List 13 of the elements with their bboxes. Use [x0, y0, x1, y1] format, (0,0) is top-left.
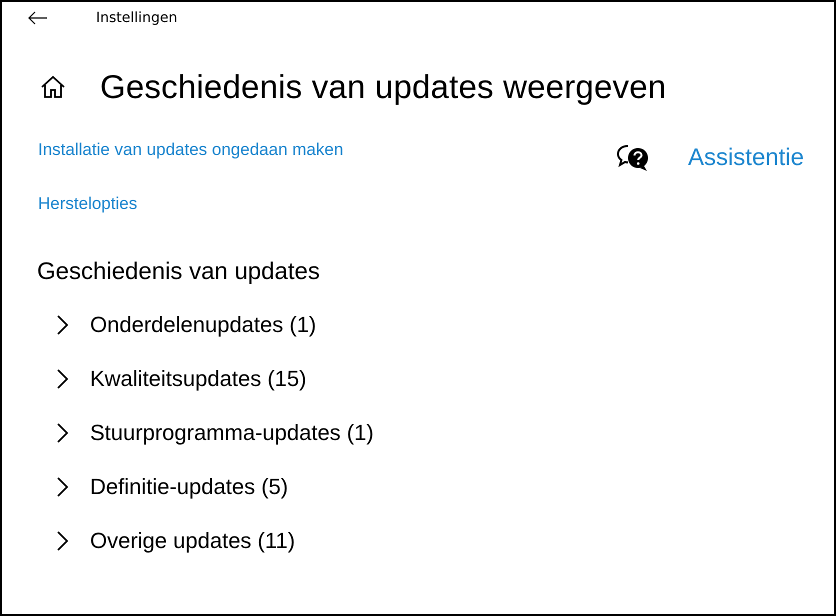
help-link[interactable]: Assistentie: [688, 144, 804, 172]
link[interactable]: Installatie van updates ongedaan maken: [38, 140, 344, 160]
update-group[interactable]: Overige updates (11): [52, 514, 296, 568]
update-group[interactable]: Stuurprogramma-updates (1): [52, 406, 374, 460]
link[interactable]: Herstelopties: [38, 194, 138, 214]
update-group[interactable]: Onderdelenupdates (1): [52, 298, 316, 352]
back-button[interactable]: [28, 10, 50, 26]
update-group[interactable]: Definitie-updates (5): [52, 460, 288, 514]
update-group[interactable]: Kwaliteitsupdates (15): [52, 352, 306, 406]
page-title: Geschiedenis van updates weergeven: [100, 68, 666, 106]
window-title: Instellingen: [96, 10, 178, 26]
home-icon[interactable]: [40, 75, 66, 99]
section-heading: Geschiedenis van updates: [37, 258, 321, 286]
